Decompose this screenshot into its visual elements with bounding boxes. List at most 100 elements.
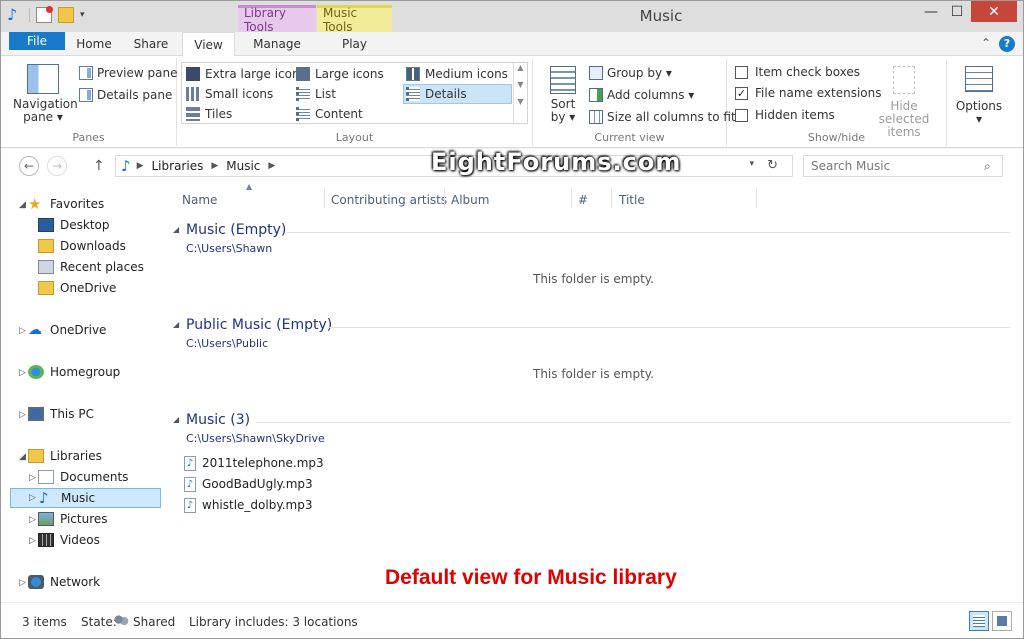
content-option[interactable]: Content <box>296 104 363 124</box>
scroll-down-icon[interactable]: ▼ <box>514 80 527 89</box>
large-icons-view-button[interactable] <box>992 611 1012 631</box>
nav-downloads[interactable]: Downloads <box>38 236 126 256</box>
hidden-items-toggle[interactable]: Hidden items <box>735 105 835 125</box>
expand-videos-icon[interactable]: ▷ <box>29 536 36 546</box>
breadcrumb-separator-icon[interactable]: ▶ <box>137 161 144 171</box>
nav-recent-places[interactable]: Recent places <box>38 257 144 277</box>
address-history-dropdown-icon[interactable]: ▾ <box>749 159 754 169</box>
breadcrumb-music[interactable]: Music <box>226 159 260 173</box>
expand-pictures-icon[interactable]: ▷ <box>29 515 36 525</box>
minimize-button[interactable]: — <box>918 1 944 22</box>
collapse-group-icon[interactable]: ◢ <box>173 225 179 234</box>
column-contributing-artists[interactable]: Contributing artists <box>331 190 447 210</box>
search-icon[interactable]: ⌕ <box>984 159 991 174</box>
preview-pane-button[interactable]: Preview pane <box>79 63 177 83</box>
nav-homegroup[interactable]: Homegroup <box>28 362 120 382</box>
medium-icons-option[interactable]: Medium icons <box>406 64 508 84</box>
column-divider[interactable] <box>324 188 325 208</box>
add-columns-button[interactable]: Add columns ▾ <box>589 85 694 105</box>
collapse-group-icon[interactable]: ◢ <box>173 320 179 329</box>
breadcrumb-separator-icon[interactable]: ▶ <box>211 161 218 171</box>
help-icon[interactable]: ? <box>999 36 1015 52</box>
nav-favorites[interactable]: ★ Favorites <box>28 194 104 214</box>
tab-manage[interactable]: Manage <box>238 32 316 56</box>
tab-view[interactable]: View <box>182 32 235 57</box>
music-note-icon[interactable]: ♪ <box>7 7 23 23</box>
file-row[interactable]: ♪ 2011telephone.mp3 <box>184 454 324 472</box>
expand-homegroup-icon[interactable]: ▷ <box>19 368 26 378</box>
nav-desktop[interactable]: Desktop <box>38 215 110 235</box>
tab-play[interactable]: Play <box>317 32 392 56</box>
up-button[interactable]: ↑ <box>93 158 105 174</box>
file-name-extensions-checkbox[interactable]: ✓ <box>735 86 748 100</box>
collapse-ribbon-icon[interactable]: ⌃ <box>981 36 991 50</box>
qat-dropdown-icon[interactable]: ▾ <box>80 10 85 20</box>
column-number[interactable]: # <box>578 190 588 210</box>
new-folder-icon[interactable] <box>58 7 74 23</box>
group-header[interactable]: Music (3) <box>186 412 250 428</box>
expand-libraries-icon[interactable]: ◢ <box>19 452 26 462</box>
column-divider[interactable] <box>611 188 612 208</box>
tab-file[interactable]: File <box>9 32 65 50</box>
nav-documents[interactable]: Documents <box>38 467 128 487</box>
extra-large-icons-option[interactable]: Extra large icons <box>186 64 306 84</box>
tab-home[interactable]: Home <box>67 32 121 56</box>
expand-network-icon[interactable]: ▷ <box>19 578 26 588</box>
refresh-icon[interactable]: ↻ <box>767 158 778 173</box>
nav-libraries[interactable]: Libraries <box>28 446 102 466</box>
expand-onedrive-icon[interactable]: ▷ <box>19 326 26 336</box>
sort-by-button[interactable]: Sort by ▾ <box>545 66 581 124</box>
column-divider[interactable] <box>571 188 572 208</box>
nav-network[interactable]: Network <box>28 572 100 592</box>
breadcrumb-libraries[interactable]: Libraries <box>152 159 204 173</box>
expand-documents-icon[interactable]: ▷ <box>29 473 36 483</box>
nav-this-pc[interactable]: This PC <box>28 404 94 424</box>
properties-icon[interactable] <box>36 6 53 23</box>
nav-videos[interactable]: Videos <box>38 530 100 550</box>
nav-pictures[interactable]: Pictures <box>38 509 108 529</box>
expand-this-pc-icon[interactable]: ▷ <box>19 410 26 420</box>
tiles-option[interactable]: Tiles <box>186 104 232 124</box>
options-button[interactable]: Options ▾ <box>951 66 1007 126</box>
expand-favorites-icon[interactable]: ◢ <box>19 200 26 210</box>
hide-selected-items-button[interactable]: Hide selected items <box>867 66 941 139</box>
large-icons-option[interactable]: Large icons <box>296 64 384 84</box>
maximize-button[interactable]: ☐ <box>944 1 970 22</box>
column-title[interactable]: Title <box>619 190 645 210</box>
group-by-button[interactable]: Group by ▾ <box>589 63 672 83</box>
nav-onedrive[interactable]: ☁ OneDrive <box>28 320 106 340</box>
small-icons-option[interactable]: Small icons <box>186 84 273 104</box>
details-option[interactable]: Details <box>403 84 512 104</box>
hidden-items-checkbox[interactable] <box>735 108 748 122</box>
gallery-expand-icon[interactable]: ▼ <box>514 97 527 106</box>
search-input[interactable]: Search Music <box>803 155 1003 177</box>
close-button[interactable]: ✕ <box>971 1 1017 22</box>
item-check-boxes-toggle[interactable]: Item check boxes <box>735 62 860 82</box>
back-button[interactable]: ← <box>19 156 39 176</box>
column-name[interactable]: Name <box>182 190 217 210</box>
tab-share[interactable]: Share <box>123 32 179 56</box>
status-library-includes[interactable]: Library includes: 3 locations <box>189 615 358 629</box>
file-name-extensions-toggle[interactable]: ✓ File name extensions <box>735 83 882 103</box>
size-all-columns-button[interactable]: Size all columns to fit <box>589 107 736 127</box>
navigation-pane-button[interactable]: Navigation pane ▾ <box>13 64 78 124</box>
group-header[interactable]: Public Music (Empty) <box>186 317 332 333</box>
file-row[interactable]: ♪ GoodBadUgly.mp3 <box>184 475 313 493</box>
nav-onedrive-favorite[interactable]: OneDrive <box>38 278 116 298</box>
group-header[interactable]: Music (Empty) <box>186 222 286 238</box>
list-option[interactable]: List <box>296 84 336 104</box>
collapse-group-icon[interactable]: ◢ <box>173 415 179 424</box>
breadcrumb-separator-icon[interactable]: ▶ <box>268 161 275 171</box>
column-divider[interactable] <box>756 188 757 208</box>
column-divider[interactable] <box>444 188 445 208</box>
details-pane-button[interactable]: Details pane <box>79 85 172 105</box>
file-row[interactable]: ♪ whistle_dolby.mp3 <box>184 496 312 514</box>
nav-music[interactable]: ▷ ♪ Music <box>10 488 161 508</box>
details-view-button[interactable] <box>969 611 989 631</box>
layout-gallery-scroll[interactable]: ▲ ▼ ▼ <box>513 63 527 123</box>
column-album[interactable]: Album <box>451 190 489 210</box>
scroll-up-icon[interactable]: ▲ <box>514 63 527 72</box>
forward-button[interactable]: → <box>47 156 67 176</box>
expand-music-icon[interactable]: ▷ <box>29 493 36 503</box>
item-check-boxes-checkbox[interactable] <box>735 65 748 79</box>
